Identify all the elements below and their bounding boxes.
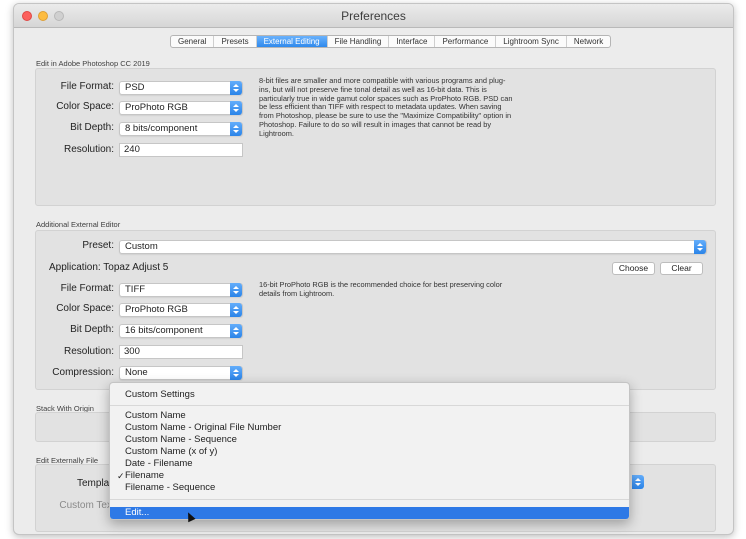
- ps-file-format-select[interactable]: PSD: [119, 81, 243, 95]
- ps-file-format-label: File Format:: [60, 81, 114, 92]
- tab-performance[interactable]: Performance: [435, 36, 497, 47]
- chevron-updown-icon: [230, 101, 242, 115]
- tab-file-handling[interactable]: File Handling: [328, 36, 390, 47]
- tab-general[interactable]: General: [171, 36, 215, 47]
- menu-item[interactable]: Custom Name - Original File Number: [110, 422, 629, 434]
- compression-label: Compression:: [52, 367, 114, 378]
- ps-color-space-label: Color Space:: [56, 101, 114, 112]
- chevron-updown-icon: [230, 324, 242, 338]
- chevron-updown-icon: [230, 366, 242, 380]
- ae-color-space-value: ProPhoto RGB: [125, 304, 188, 315]
- ae-info-text: 16-bit ProPhoto RGB is the recommended c…: [259, 280, 503, 298]
- ae-resolution-label: Resolution:: [63, 346, 114, 357]
- chevron-updown-icon: [230, 303, 242, 317]
- template-label: Templat: [76, 478, 112, 489]
- compression-value: None: [125, 367, 148, 378]
- menu-separator: [110, 405, 629, 406]
- chevron-updown-icon: [694, 240, 706, 254]
- additional-section-label: Additional External Editor: [36, 220, 121, 229]
- preset-value: Custom: [125, 241, 158, 252]
- ps-bit-depth-value: 8 bits/component: [125, 123, 198, 134]
- ae-bit-depth-select[interactable]: 16 bits/component: [119, 324, 243, 338]
- preferences-tabs: General Presets External Editing File Ha…: [170, 35, 612, 48]
- ps-resolution-field[interactable]: 240: [119, 143, 243, 157]
- preset-label: Preset:: [82, 240, 114, 251]
- ae-file-format-label: File Format:: [60, 283, 114, 294]
- application-label: Application: Topaz Adjust 5: [49, 262, 169, 273]
- ps-resolution-value: 240: [124, 144, 140, 155]
- chevron-updown-icon: [230, 283, 242, 297]
- tab-external-editing[interactable]: External Editing: [256, 36, 328, 47]
- ae-resolution-value: 300: [124, 346, 140, 357]
- compression-select[interactable]: None: [119, 366, 243, 380]
- menu-item[interactable]: Custom Name: [110, 410, 629, 422]
- ae-color-space-label: Color Space:: [56, 303, 114, 314]
- chevron-updown-icon: [230, 81, 242, 95]
- photoshop-section-label: Edit in Adobe Photoshop CC 2019: [36, 59, 150, 68]
- ps-info-text: 8-bit files are smaller and more compati…: [259, 76, 513, 138]
- menu-item[interactable]: Date - Filename: [110, 458, 629, 470]
- ae-resolution-field[interactable]: 300: [119, 345, 243, 359]
- window-title: Preferences: [341, 9, 406, 23]
- ps-color-space-select[interactable]: ProPhoto RGB: [119, 101, 243, 115]
- ae-file-format-select[interactable]: TIFF: [119, 283, 243, 297]
- tab-interface[interactable]: Interface: [389, 36, 436, 47]
- custom-text-label: Custom Tex: [59, 500, 112, 511]
- chevron-updown-icon: [632, 475, 644, 489]
- tab-presets[interactable]: Presets: [214, 36, 257, 47]
- ps-bit-depth-select[interactable]: 8 bits/component: [119, 122, 243, 136]
- template-dropdown-menu: Custom Settings Custom Name Custom Name …: [109, 382, 630, 520]
- checkmark-icon: ✓: [117, 471, 125, 481]
- ps-color-space-value: ProPhoto RGB: [125, 102, 188, 113]
- preset-select[interactable]: Custom: [119, 240, 707, 254]
- menu-item[interactable]: Custom Name (x of y): [110, 446, 629, 458]
- ae-file-format-value: TIFF: [125, 284, 146, 295]
- title-bar: Preferences: [14, 4, 733, 28]
- ps-file-format-value: PSD: [125, 82, 145, 93]
- clear-button[interactable]: Clear: [660, 262, 703, 275]
- menu-item[interactable]: Custom Name - Sequence: [110, 434, 629, 446]
- menu-separator: [110, 499, 629, 500]
- ae-bit-depth-label: Bit Depth:: [70, 324, 114, 335]
- ps-resolution-label: Resolution:: [63, 144, 114, 155]
- tab-network[interactable]: Network: [567, 36, 610, 47]
- menu-item[interactable]: Filename - Sequence: [110, 482, 629, 494]
- ae-bit-depth-value: 16 bits/component: [125, 325, 203, 336]
- menu-item-filename[interactable]: ✓ Filename: [110, 470, 629, 482]
- ps-bit-depth-label: Bit Depth:: [70, 122, 114, 133]
- choose-button[interactable]: Choose: [612, 262, 655, 275]
- menu-header-custom-settings[interactable]: Custom Settings: [110, 389, 629, 401]
- chevron-updown-icon: [230, 122, 242, 136]
- menu-item-label: Filename: [125, 470, 165, 481]
- tab-lightroom-sync[interactable]: Lightroom Sync: [496, 36, 567, 47]
- ae-color-space-select[interactable]: ProPhoto RGB: [119, 303, 243, 317]
